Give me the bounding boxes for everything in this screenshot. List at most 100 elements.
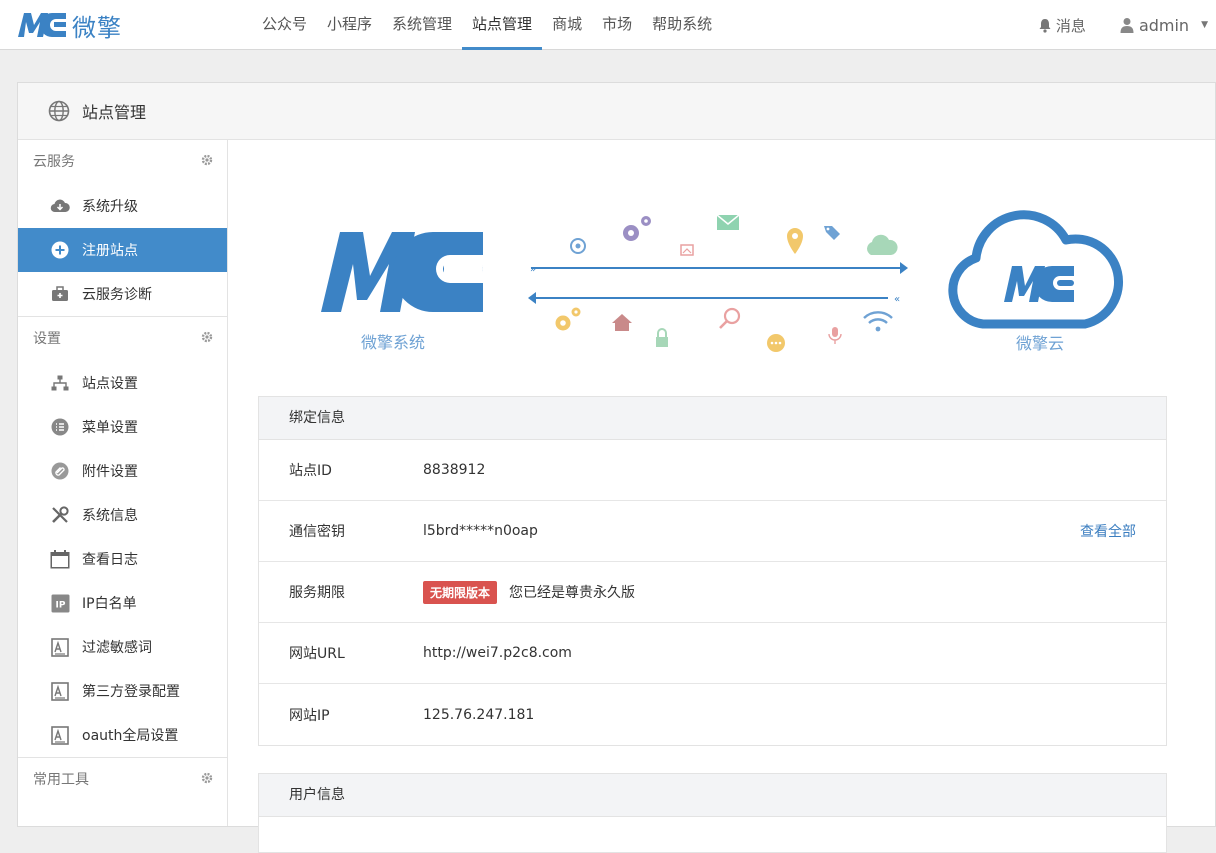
nav-item-site-management[interactable]: 站点管理: [462, 0, 543, 50]
sidebar-group-title: 设置: [33, 331, 61, 347]
plus-circle-icon: [50, 240, 70, 260]
cloud-icon: [867, 234, 898, 255]
sidebar-item-cloud-diagnosis[interactable]: 云服务诊断: [18, 272, 227, 316]
document-icon: [50, 725, 70, 745]
me-system-logo: [321, 232, 483, 312]
document-icon: [50, 637, 70, 657]
row-value: http://wei7.p2c8.com: [423, 645, 572, 661]
sidebar-item-label: 第三方登录配置: [82, 684, 180, 700]
home-icon: [612, 314, 632, 331]
sidebar-group-cloud[interactable]: 云服务: [18, 140, 227, 184]
sidebar-item-label: 注册站点: [82, 243, 138, 259]
sidebar-group-tools[interactable]: 常用工具: [18, 758, 227, 802]
username: admin: [1138, 15, 1190, 35]
view-all-link[interactable]: 查看全部: [1080, 521, 1136, 541]
document-icon: [50, 681, 70, 701]
bell-icon: [1039, 18, 1051, 33]
sidebar-group-title: 云服务: [33, 154, 75, 170]
sidebar-item-label: 查看日志: [82, 552, 138, 568]
row-value: 8838912: [423, 462, 486, 478]
paperclip-icon: [50, 461, 70, 481]
sidebar-group-settings[interactable]: 设置: [18, 317, 227, 361]
messages-label: 消息: [1055, 16, 1086, 35]
row-key: 通信密钥: [289, 524, 345, 540]
at-icon: [570, 238, 586, 254]
sidebar-item-oauth-settings[interactable]: oauth全局设置: [18, 713, 227, 757]
sitemap-icon: [50, 373, 70, 393]
nav-item-mall[interactable]: 商城: [542, 0, 592, 50]
me-cloud-logo: [948, 210, 1124, 329]
info-row-site-id: 站点ID 8838912: [259, 440, 1166, 501]
nav-item-official-account[interactable]: 公众号: [252, 0, 317, 50]
main-nav: 公众号 小程序 系统管理 站点管理 商城 市场 帮助系统: [252, 0, 722, 50]
envelope-icon: [716, 214, 740, 230]
sidebar-item-system-info[interactable]: 系统信息: [18, 493, 227, 537]
sidebar-item-register-site[interactable]: 注册站点: [18, 228, 227, 272]
lock-icon: [656, 328, 668, 347]
medkit-icon: [50, 284, 70, 304]
panel-title: 站点管理: [82, 103, 147, 122]
svg-text:IP: IP: [55, 600, 65, 610]
main-panel: 站点管理 云服务 系统升级 注册站点 云服务诊断 设置 站点设置 菜单设置 附件…: [17, 82, 1216, 853]
sidebar-item-label: 菜单设置: [82, 420, 138, 436]
messages-link[interactable]: 消息: [1038, 15, 1086, 36]
magnifier-icon: [719, 307, 741, 329]
gear-icon[interactable]: [201, 772, 213, 784]
card-title: 绑定信息: [259, 397, 1166, 440]
top-right-area: 消息 admin ▼: [1038, 0, 1216, 50]
nav-item-mini-program[interactable]: 小程序: [317, 0, 382, 50]
sidebar-item-label: 云服务诊断: [82, 287, 152, 303]
unlimited-version-badge: 无期限版本: [423, 580, 498, 604]
info-row-site-url: 网站URL http://wei7.p2c8.com: [259, 623, 1166, 684]
svg-text:«: «: [894, 294, 900, 305]
nav-item-market[interactable]: 市场: [592, 0, 642, 50]
nav-item-help[interactable]: 帮助系统: [642, 0, 722, 50]
gear-icon[interactable]: [201, 331, 213, 343]
sidebar-item-label: 过滤敏感词: [82, 640, 152, 656]
gear-icon[interactable]: [201, 154, 213, 166]
row-value: 您已经是尊贵永久版: [509, 585, 636, 601]
svg-text:»: »: [530, 264, 536, 275]
sidebar-item-label: 站点设置: [82, 376, 138, 392]
chat-bubble-icon: [767, 334, 785, 352]
row-key: 网站IP: [289, 707, 330, 724]
row-value: l5brd*****n0oap: [423, 523, 538, 539]
info-row-secret-key: 通信密钥 l5brd*****n0oap 查看全部: [259, 501, 1166, 562]
sidebar-item-label: oauth全局设置: [82, 728, 179, 744]
cloud-connection-illustration: 微擎系统 » « 微擎云: [321, 210, 1124, 353]
row-value: 125.76.247.181: [423, 706, 535, 723]
map-pin-icon: [787, 228, 803, 254]
list-icon: [50, 417, 70, 437]
row-key: 网站URL: [289, 646, 345, 662]
brand-logo[interactable]: 微擎: [16, 8, 122, 42]
left-caption: 微擎系统: [361, 333, 425, 352]
sidebar-item-label: 附件设置: [82, 464, 138, 480]
row-value-group: 无期限版本 您已经是尊贵永久版: [423, 580, 636, 604]
sidebar-item-label: 系统升级: [82, 199, 138, 215]
sidebar-item-label: 系统信息: [82, 508, 138, 524]
sidebar-item-sensitive-words[interactable]: 过滤敏感词: [18, 625, 227, 669]
info-row-site-ip: 网站IP 125.76.247.181: [259, 684, 1166, 745]
sidebar-item-ip-whitelist[interactable]: IP IP白名单: [18, 581, 227, 625]
sidebar-item-system-upgrade[interactable]: 系统升级: [18, 184, 227, 228]
sidebar-group-title: 常用工具: [33, 772, 89, 788]
card-title: 用户信息: [259, 774, 1166, 817]
user-info-card: 用户信息: [258, 773, 1167, 853]
wifi-icon: [863, 311, 893, 332]
me-logo-icon: [18, 13, 66, 37]
sidebar-item-view-logs[interactable]: 查看日志: [18, 537, 227, 581]
sidebar-item-attachment-settings[interactable]: 附件设置: [18, 449, 227, 493]
sidebar: 云服务 系统升级 注册站点 云服务诊断 设置 站点设置 菜单设置 附件设置 系统…: [18, 140, 228, 826]
nav-item-system-management[interactable]: 系统管理: [382, 0, 462, 50]
cloud-download-icon: [50, 196, 70, 216]
user-menu[interactable]: admin ▼: [1120, 16, 1208, 35]
sidebar-item-menu-settings[interactable]: 菜单设置: [18, 405, 227, 449]
globe-icon: [48, 100, 70, 122]
bind-info-card: 绑定信息 站点ID 8838912 通信密钥 l5brd*****n0oap 查…: [258, 396, 1167, 746]
info-row-service-term: 服务期限 无期限版本 您已经是尊贵永久版: [259, 562, 1166, 623]
gears-small-icon: [555, 307, 581, 331]
tools-icon: [50, 505, 70, 525]
sidebar-item-third-party-login[interactable]: 第三方登录配置: [18, 669, 227, 713]
caret-down-icon: ▼: [1201, 20, 1208, 30]
sidebar-item-site-settings[interactable]: 站点设置: [18, 361, 227, 405]
